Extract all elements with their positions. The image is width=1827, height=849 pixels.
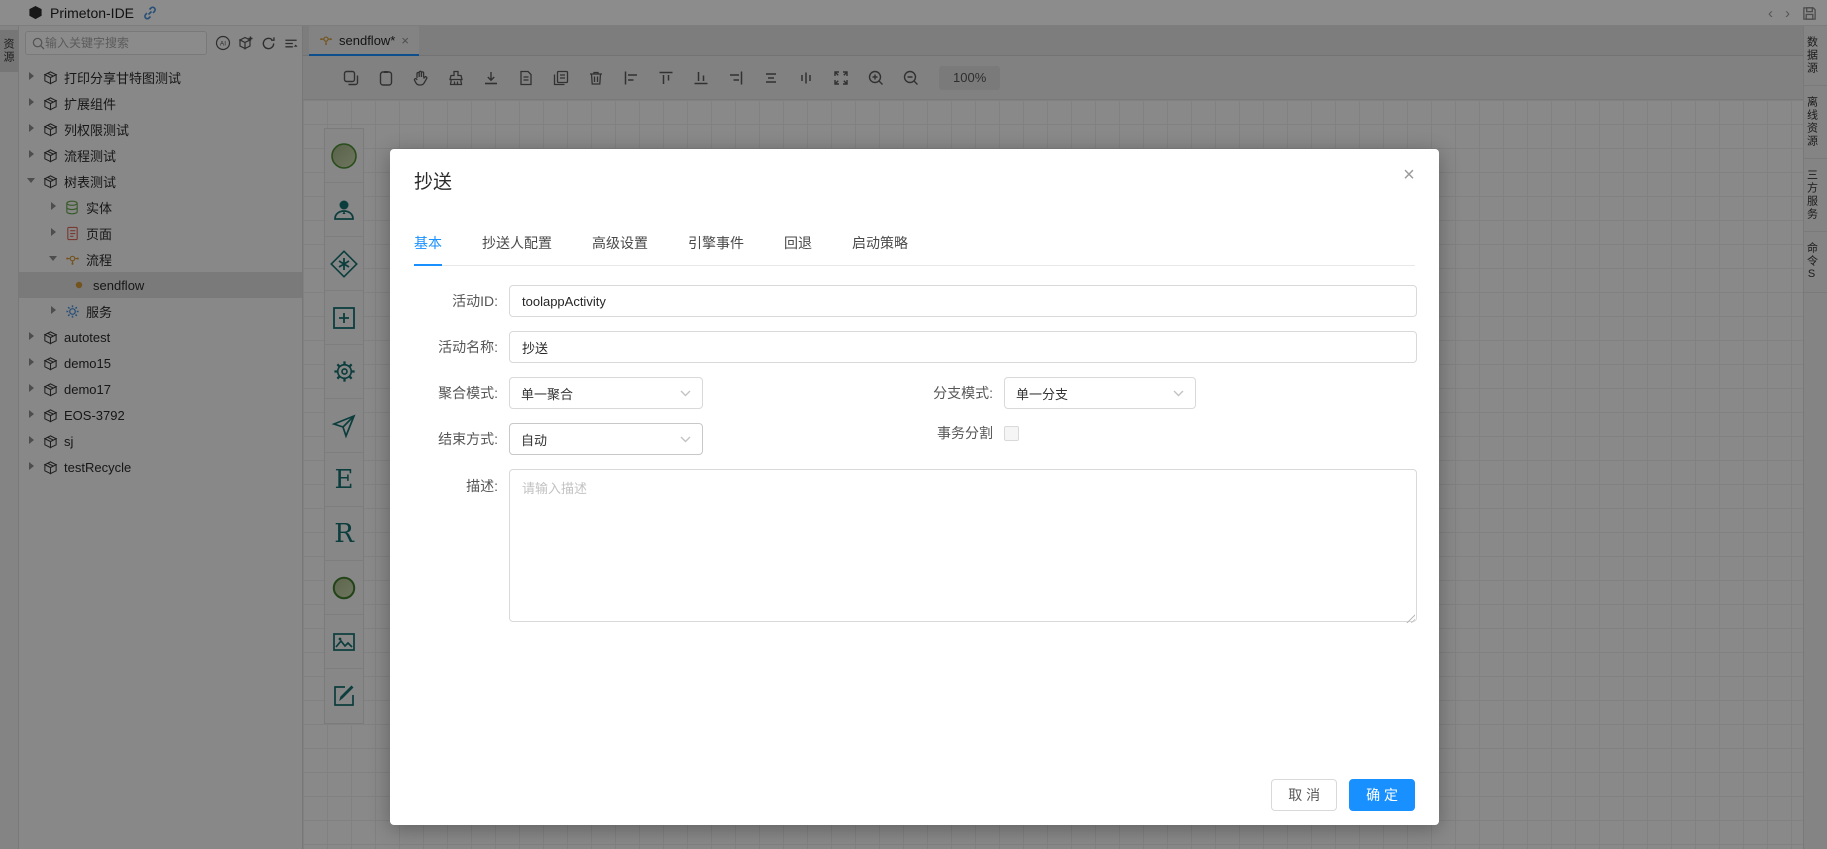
chevron-down-icon [680, 390, 691, 397]
dialog-tab-engine-events[interactable]: 引擎事件 [688, 233, 744, 265]
activity-name-input[interactable] [509, 331, 1417, 363]
description-label: 描述: [390, 476, 498, 496]
cc-activity-dialog: 抄送 × 基本 抄送人配置 高级设置 引擎事件 回退 启动策略 活动ID: 活动… [390, 149, 1439, 825]
description-textarea[interactable] [509, 469, 1417, 622]
dialog-tabs: 基本 抄送人配置 高级设置 引擎事件 回退 启动策略 [414, 233, 1415, 266]
end-mode-value: 自动 [521, 430, 547, 449]
dialog-tab-basic[interactable]: 基本 [414, 233, 442, 265]
branch-mode-value: 单一分支 [1016, 384, 1068, 403]
end-mode-select[interactable]: 自动 [509, 423, 703, 455]
dialog-tab-advanced[interactable]: 高级设置 [592, 233, 648, 265]
cancel-button[interactable]: 取 消 [1271, 779, 1337, 811]
activity-id-input[interactable] [509, 285, 1417, 317]
activity-name-label: 活动名称: [390, 337, 498, 357]
chevron-down-icon [1173, 390, 1184, 397]
transaction-split-checkbox[interactable] [1004, 426, 1019, 441]
dialog-tab-cc-config[interactable]: 抄送人配置 [482, 233, 552, 265]
branch-mode-label: 分支模式: [885, 383, 993, 403]
aggregation-mode-label: 聚合模式: [390, 383, 498, 403]
ok-button[interactable]: 确 定 [1349, 779, 1415, 811]
chevron-down-icon [680, 436, 691, 443]
activity-id-label: 活动ID: [390, 291, 498, 311]
dialog-close-icon[interactable]: × [1397, 163, 1421, 187]
aggregation-mode-select[interactable]: 单一聚合 [509, 377, 703, 409]
dialog-title: 抄送 [414, 167, 452, 194]
aggregation-mode-value: 单一聚合 [521, 384, 573, 403]
dialog-tab-start-strategy[interactable]: 启动策略 [852, 233, 908, 265]
end-mode-label: 结束方式: [390, 429, 498, 449]
dialog-tab-rollback[interactable]: 回退 [784, 233, 812, 265]
dialog-footer: 取 消 确 定 [1271, 779, 1415, 811]
transaction-split-label: 事务分割 [885, 423, 993, 443]
branch-mode-select[interactable]: 单一分支 [1004, 377, 1196, 409]
